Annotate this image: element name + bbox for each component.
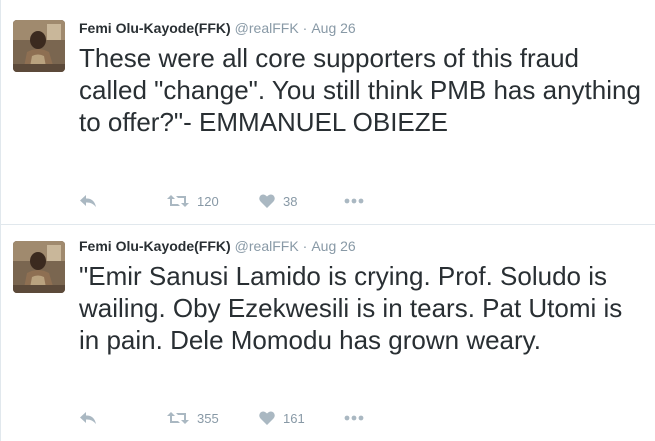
author-name[interactable]: Femi Olu-Kayode(FFK) <box>79 238 231 254</box>
retweet-icon <box>167 194 189 208</box>
more-dots-icon <box>344 198 364 204</box>
heart-icon <box>259 411 275 425</box>
more-button[interactable] <box>344 407 364 429</box>
author-username[interactable]: @realFFK <box>235 238 299 254</box>
tweet-text: These were all core supporters of this f… <box>79 43 641 137</box>
like-button[interactable]: 38 <box>259 190 297 212</box>
tweet-actions: 120 38 <box>79 190 479 212</box>
reply-button[interactable] <box>79 407 97 429</box>
heart-icon <box>259 194 275 208</box>
author-username[interactable]: @realFFK <box>235 20 299 36</box>
retweet-count: 120 <box>197 193 219 209</box>
separator-dot: · <box>302 20 308 36</box>
tweet[interactable]: Femi Olu-Kayode(FFK) @realFFK · Aug 26 "Emi… <box>1 226 655 441</box>
retweet-count: 355 <box>197 410 219 426</box>
avatar[interactable] <box>13 20 65 72</box>
reply-icon <box>79 411 97 425</box>
tweet-timestamp[interactable]: Aug 26 <box>311 238 355 254</box>
timeline: Femi Olu-Kayode(FFK) @realFFK · Aug 26 Thes… <box>0 0 655 441</box>
author-name[interactable]: Femi Olu-Kayode(FFK) <box>79 20 231 36</box>
tweet-header: Femi Olu-Kayode(FFK) @realFFK · Aug 26 <box>79 237 356 255</box>
retweet-button[interactable]: 120 <box>167 190 219 212</box>
more-dots-icon <box>344 415 364 421</box>
retweet-button[interactable]: 355 <box>167 407 219 429</box>
tweet-text: "Emir Sanusi Lamido is crying. Prof. Sol… <box>79 261 623 355</box>
reply-button[interactable] <box>79 190 97 212</box>
like-count: 161 <box>283 410 305 426</box>
tweet-actions: 355 161 <box>79 407 479 429</box>
like-button[interactable]: 161 <box>259 407 305 429</box>
more-button[interactable] <box>344 190 364 212</box>
tweet-header: Femi Olu-Kayode(FFK) @realFFK · Aug 26 <box>79 19 356 37</box>
reply-icon <box>79 194 97 208</box>
avatar[interactable] <box>13 241 65 293</box>
like-count: 38 <box>283 193 298 209</box>
tweet-timestamp[interactable]: Aug 26 <box>311 20 355 36</box>
retweet-icon <box>167 411 189 425</box>
tweet[interactable]: Femi Olu-Kayode(FFK) @realFFK · Aug 26 Thes… <box>1 0 655 225</box>
separator-dot: · <box>302 238 308 254</box>
